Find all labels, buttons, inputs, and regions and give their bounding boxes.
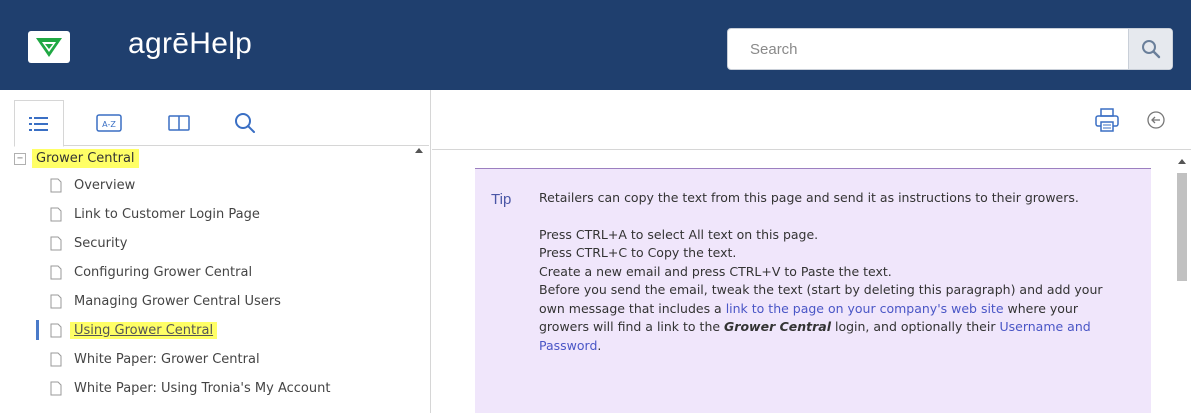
page-icon xyxy=(50,265,62,279)
scroll-up-arrow-icon[interactable] xyxy=(1178,159,1186,164)
page-icon xyxy=(50,352,62,366)
tip-line-select-all: Press CTRL+A to select All text on this … xyxy=(539,226,819,242)
tab-contents[interactable] xyxy=(14,100,64,147)
tree-item-link-to-customer-login-page[interactable]: Link to Customer Login Page xyxy=(50,202,260,226)
tip-text: login, and optionally their xyxy=(831,319,1000,334)
logo-mark-icon xyxy=(36,38,62,57)
search-icon xyxy=(235,113,255,133)
collapse-toggle[interactable]: − xyxy=(14,152,26,165)
tip-line-paste: Create a new email and press CTRL+V to P… xyxy=(539,263,892,279)
print-button[interactable] xyxy=(1094,108,1120,132)
page-icon xyxy=(50,207,62,221)
tip-line-copy: Press CTRL+C to Copy the text. xyxy=(539,245,737,260)
tab-glossary[interactable] xyxy=(154,100,204,146)
sidebar-scrollbar[interactable] xyxy=(414,146,424,413)
back-arrow-icon xyxy=(1147,111,1165,129)
app-header: agrēHelp xyxy=(0,0,1191,90)
tip-body: Retailers can copy the text from this pa… xyxy=(539,189,1129,355)
tree-item-white-paper-my-account[interactable]: White Paper: Using Tronia's My Account xyxy=(50,376,330,400)
list-icon xyxy=(29,116,48,131)
tree-item-label: Managing Grower Central Users xyxy=(74,293,281,309)
page-icon xyxy=(50,323,62,337)
tip-instructions: Before you send the email, tweak the tex… xyxy=(539,281,1129,355)
page-icon xyxy=(50,294,62,308)
tree-item-label: Link to Customer Login Page xyxy=(74,206,260,222)
contents-tree: − Grower Central Overview Link to Custom… xyxy=(14,146,412,413)
tip-box: Tip Retailers can copy the text from thi… xyxy=(475,168,1151,413)
tip-label: Tip xyxy=(491,191,512,208)
tree-item-label: White Paper: Grower Central xyxy=(74,351,260,367)
search-button[interactable] xyxy=(1128,29,1172,69)
print-icon xyxy=(1095,108,1119,132)
scrollbar-thumb[interactable] xyxy=(1177,173,1187,281)
topic-content: . Tip Retailers can copy the text from t… xyxy=(432,151,1191,413)
tree-item-label: Configuring Grower Central xyxy=(74,264,253,280)
company-web-site-link[interactable]: link to the page on your company's web s… xyxy=(726,301,1004,316)
page-icon xyxy=(50,236,62,250)
page-icon xyxy=(50,178,62,192)
agrehelp-logo[interactable] xyxy=(28,31,70,63)
a-z-index-icon: A-Z xyxy=(96,114,122,132)
tab-search[interactable] xyxy=(220,100,270,146)
tree-node-grower-central[interactable]: − Grower Central xyxy=(14,146,139,170)
tree-node-label[interactable]: Grower Central xyxy=(32,148,139,168)
sidebar-tab-bar: A-Z xyxy=(14,94,429,147)
tree-item-security[interactable]: Security xyxy=(50,231,127,255)
tree-item-white-paper-grower-central[interactable]: White Paper: Grower Central xyxy=(50,347,260,371)
page-icon xyxy=(50,381,62,395)
book-icon xyxy=(168,115,190,131)
content-scrollbar[interactable] xyxy=(1173,151,1191,413)
current-page-marker xyxy=(36,320,39,340)
tab-index[interactable]: A-Z xyxy=(84,100,134,146)
back-button[interactable] xyxy=(1144,108,1168,132)
app-title: agrēHelp xyxy=(128,27,253,60)
tree-item-configuring-grower-central[interactable]: Configuring Grower Central xyxy=(50,260,252,284)
tree-item-label: Using Grower Central xyxy=(70,321,218,339)
search-icon xyxy=(1141,40,1160,59)
tree-item-managing-grower-central-users[interactable]: Managing Grower Central Users xyxy=(50,289,281,313)
tip-intro: Retailers can copy the text from this pa… xyxy=(539,190,1079,205)
tree-item-label: Security xyxy=(74,235,128,251)
tree-item-label: Overview xyxy=(74,177,136,193)
grower-central-emphasis: Grower Central xyxy=(724,319,831,334)
sidebar: A-Z − Grower Central Overview Link to Cu… xyxy=(0,90,431,413)
search-input[interactable] xyxy=(728,29,1126,69)
search-box xyxy=(727,28,1173,70)
tree-item-using-grower-central[interactable]: Using Grower Central xyxy=(50,318,218,342)
svg-text:A-Z: A-Z xyxy=(102,120,116,129)
tree-item-label: White Paper: Using Tronia's My Account xyxy=(74,380,331,396)
tree-item-overview[interactable]: Overview xyxy=(50,173,135,197)
tip-text: . xyxy=(597,337,602,353)
scroll-up-arrow-icon[interactable] xyxy=(415,148,423,153)
content-toolbar xyxy=(432,90,1191,150)
